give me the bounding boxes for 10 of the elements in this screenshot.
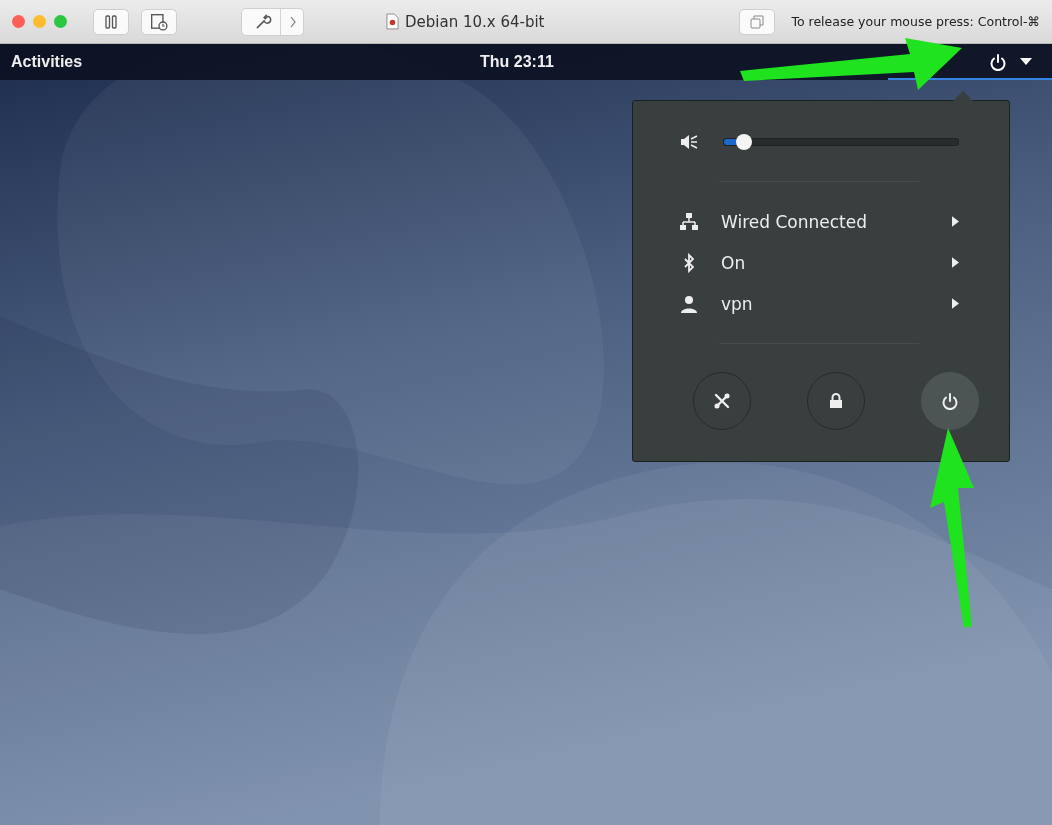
menu-item[interactable]: vpn <box>679 292 959 315</box>
release-hint: To release your mouse press: Control-⌘ <box>791 14 1040 29</box>
menu-item-label: vpn <box>721 293 754 314</box>
menu-item-label: Wired Connected <box>721 211 868 232</box>
menu-item-label: On <box>721 252 747 273</box>
menu-item[interactable]: On <box>679 251 959 274</box>
clock[interactable]: Thu 23:11 <box>480 53 554 71</box>
activities-button[interactable]: Activities <box>0 44 94 80</box>
window-title: Debian 10.x 64-bit <box>405 12 545 31</box>
menu-item[interactable]: Wired Connected <box>679 210 959 233</box>
